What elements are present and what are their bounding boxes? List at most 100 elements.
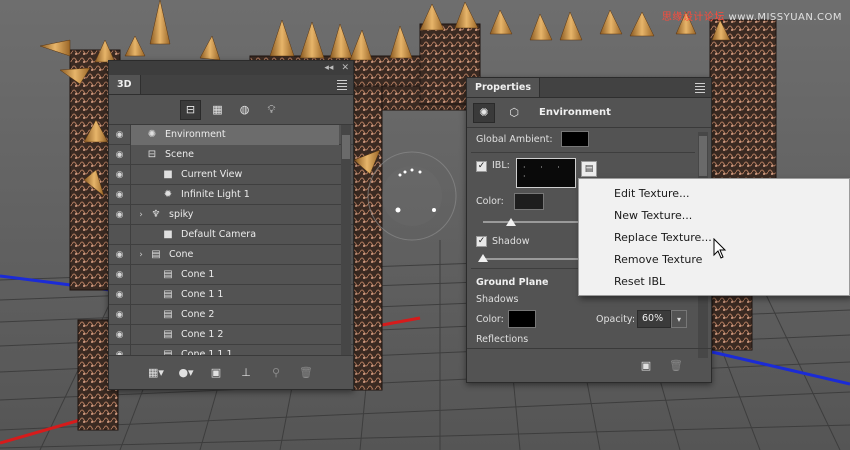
panel-3d-tabbar: 3D <box>109 75 353 95</box>
global-ambient-label: Global Ambient: <box>476 134 553 145</box>
visibility-eye-icon[interactable]: ◉ <box>109 184 131 205</box>
ibl-texture-context-menu: Edit Texture... New Texture... Replace T… <box>578 178 850 296</box>
visibility-eye-icon[interactable]: ◉ <box>109 244 131 265</box>
materials-filter-button[interactable]: ◍ <box>234 100 255 120</box>
visibility-eye-icon[interactable]: ◉ <box>109 304 131 325</box>
twirl-chevron-icon[interactable]: › <box>135 250 147 260</box>
layer-row-cone-1-1[interactable]: ◉ ▤ Cone 1 1 <box>109 284 353 305</box>
lights-filter-button[interactable]: 💡︎ <box>261 100 282 120</box>
panel-3d-bottom-bar: ▦▾ ●▾ ▣ ⊥ ⚲ 🗑︎ <box>109 355 353 389</box>
menu-item-edit-texture[interactable]: Edit Texture... <box>579 183 849 205</box>
mesh-icon: ▦ <box>212 103 223 116</box>
twirl-chevron-icon[interactable]: › <box>135 210 147 220</box>
scene-icon: ⊟ <box>147 149 157 160</box>
visibility-eye-icon[interactable]: ◉ <box>109 264 131 285</box>
shadows-label: Shadows <box>476 294 519 305</box>
shadow-label: Shadow <box>492 236 530 247</box>
layer-row-spiky[interactable]: ◉ › ♆ spiky <box>109 204 353 225</box>
3d-panel: ◂◂ ✕ 3D ⊟ ▦ ◍ 💡︎ ◉ ✺ Environment ◉ ⊟ Scene… <box>108 60 354 390</box>
layer-row-cone-1-2[interactable]: ◉ ▤ Cone 1 2 <box>109 324 353 345</box>
global-ambient-swatch[interactable] <box>561 131 589 147</box>
layer-row-default-camera[interactable]: ■ Default Camera <box>109 224 353 245</box>
drop-to-ground-button[interactable]: ⊥ <box>237 364 255 382</box>
light-icon: 💡︎ <box>267 102 276 116</box>
delete-button[interactable]: 🗑︎ <box>297 364 315 382</box>
toggle-lights-button[interactable]: ⚲ <box>267 364 285 382</box>
meshes-filter-button[interactable]: ▦ <box>207 100 228 120</box>
layer-row-environment[interactable]: ◉ ✺ Environment <box>109 125 353 145</box>
slider-knob[interactable] <box>506 218 516 226</box>
drop-ground-icon: ⊥ <box>241 366 251 379</box>
scene-icon: ⊟ <box>185 103 196 116</box>
double-chevron-icon[interactable]: ◂◂ <box>324 63 333 73</box>
watermark: 思缘设计论坛 www.MISSYUAN.COM <box>662 8 842 23</box>
mesh-icon: ▤ <box>163 269 173 280</box>
tab-3d[interactable]: 3D <box>109 75 141 94</box>
panel-3d-topbar: ◂◂ ✕ <box>109 61 353 75</box>
ibl-checkbox[interactable]: ✓ <box>476 161 487 172</box>
visibility-eye-icon[interactable]: ◉ <box>109 164 131 185</box>
shadow-checkbox[interactable]: ✓ <box>476 236 487 247</box>
ibl-texture-thumbnail[interactable]: · · · · <box>516 158 576 188</box>
scrollbar-thumb[interactable] <box>699 136 707 176</box>
opacity-dropdown[interactable]: ▾ <box>671 310 687 328</box>
slider-knob[interactable] <box>478 254 488 262</box>
visibility-eye-icon[interactable] <box>109 224 131 245</box>
mesh-icon: ▤ <box>163 329 173 340</box>
layer-row-cone-2[interactable]: ◉ ▤ Cone 2 <box>109 304 353 325</box>
visibility-eye-icon[interactable]: ◉ <box>109 284 131 305</box>
layer-row-infinite-light-1[interactable]: ◉ ✹ Infinite Light 1 <box>109 184 353 205</box>
light-toggle-icon: ⚲ <box>271 366 281 379</box>
properties-title: Environment <box>539 107 611 118</box>
trash-icon: 🗑︎ <box>299 366 313 379</box>
scrollbar-thumb[interactable] <box>342 135 350 159</box>
tab-properties[interactable]: Properties <box>467 78 540 97</box>
divider <box>471 152 695 153</box>
camera-icon: ■ <box>163 169 173 180</box>
opacity-input[interactable]: 60% <box>637 310 671 328</box>
shadows-color-swatch[interactable] <box>508 310 536 328</box>
panel-menu-icon[interactable] <box>331 75 353 94</box>
layer-row-cone-1[interactable]: ◉ ▤ Cone 1 <box>109 264 353 285</box>
layer-row-scene[interactable]: ◉ ⊟ Scene <box>109 144 353 165</box>
layer-label: Cone 1 2 <box>181 329 224 340</box>
ibl-label: IBL: <box>492 160 510 171</box>
layers-scrollbar[interactable] <box>341 125 351 369</box>
visibility-eye-icon[interactable]: ◉ <box>109 324 131 345</box>
layer-label: Scene <box>165 149 194 160</box>
menu-item-reset-ibl[interactable]: Reset IBL <box>579 271 849 293</box>
camera-icon: ■ <box>163 229 173 240</box>
visibility-eye-icon[interactable]: ◉ <box>109 144 131 165</box>
reflections-label: Reflections <box>476 334 529 345</box>
layer-label: Infinite Light 1 <box>181 189 250 200</box>
trash-icon: 🗑︎ <box>669 359 683 372</box>
render-button[interactable]: ▣ <box>207 364 225 382</box>
whole-scene-filter-button[interactable]: ⊟ <box>180 99 201 120</box>
ground-plane-label: Ground Plane <box>476 277 549 288</box>
menu-item-new-texture[interactable]: New Texture... <box>579 205 849 227</box>
panel-menu-icon[interactable] <box>689 78 711 97</box>
scene-tab-icon[interactable]: ⬡ <box>503 103 525 123</box>
environment-tab-icon[interactable]: ✺ <box>473 102 495 123</box>
ibl-texture-menu-button[interactable]: ▤ <box>581 161 597 177</box>
visibility-eye-icon[interactable]: ◉ <box>109 204 131 225</box>
filter-bar: ⊟ ▦ ◍ 💡︎ <box>109 95 353 125</box>
properties-tabbar: Properties <box>467 78 711 98</box>
watermark-site: www.MISSYUAN.COM <box>728 12 842 23</box>
render-button[interactable]: ▣ <box>637 357 655 375</box>
layer-row-current-view[interactable]: ◉ ■ Current View <box>109 164 353 185</box>
layer-label: Cone <box>169 249 194 260</box>
shadows-color-label: Color: <box>476 314 504 325</box>
visibility-eye-icon[interactable]: ◉ <box>109 125 131 145</box>
layer-row-cone[interactable]: ◉ › ▤ Cone <box>109 244 353 265</box>
delete-button[interactable]: 🗑︎ <box>667 357 685 375</box>
mesh-group-icon: ♆ <box>151 209 161 220</box>
add-light-button[interactable]: ●▾ <box>177 364 195 382</box>
add-mesh-button[interactable]: ▦▾ <box>147 364 165 382</box>
properties-footer: ▣ 🗑︎ <box>467 348 711 382</box>
layer-label: Cone 2 <box>181 309 215 320</box>
ibl-color-swatch[interactable] <box>514 193 544 210</box>
close-icon[interactable]: ✕ <box>341 63 349 73</box>
color-label: Color: <box>476 196 504 207</box>
layer-label: Cone 1 1 <box>181 289 224 300</box>
